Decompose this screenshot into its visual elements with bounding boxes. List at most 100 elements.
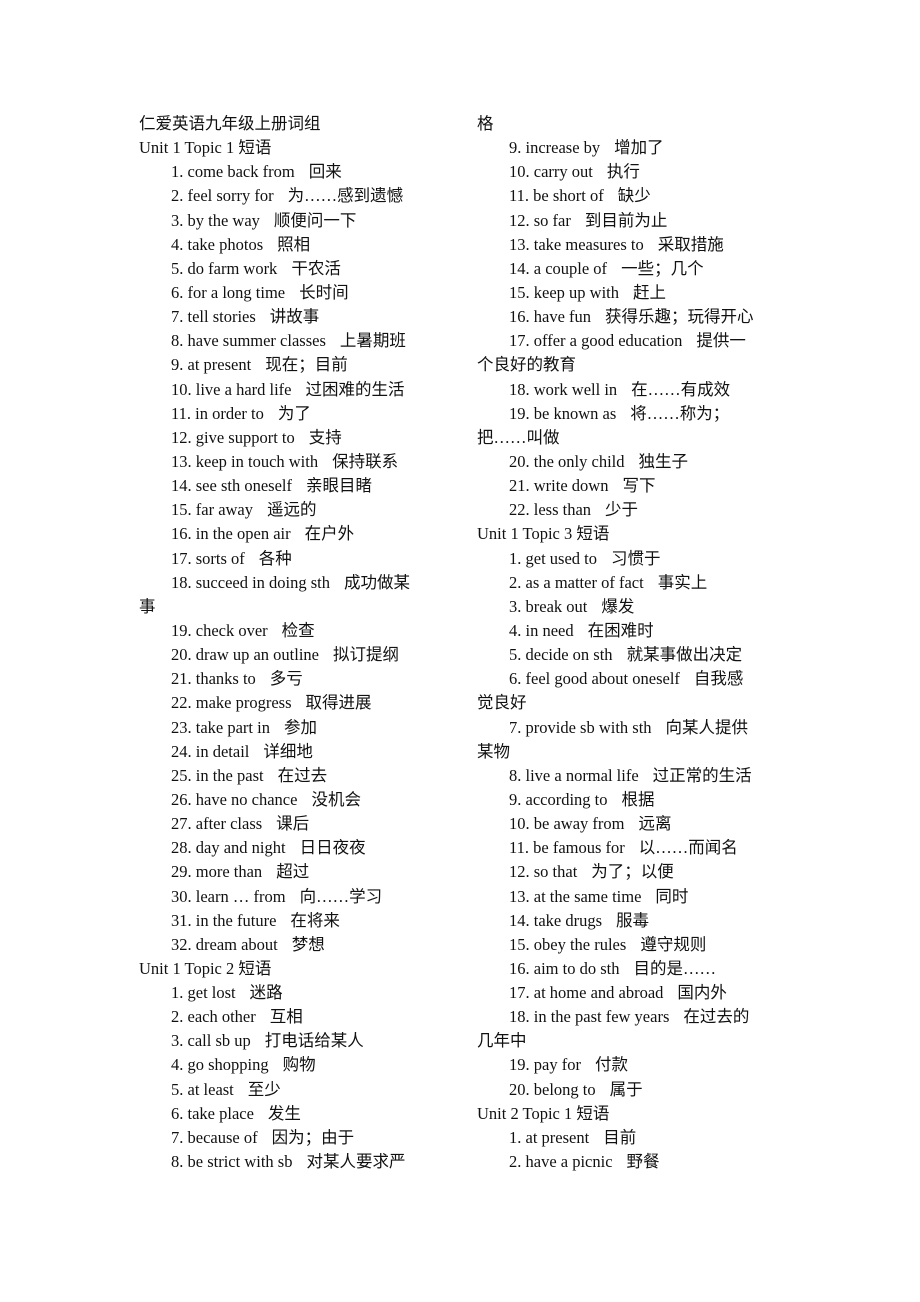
phrase-item: 13. keep in touch with 保持联系 — [139, 450, 449, 474]
phrase-chinese: 现在；目前 — [265, 355, 348, 375]
phrase-number: 17. — [509, 983, 530, 1003]
phrase-chinese: 亲眼目睹 — [305, 476, 372, 496]
phrase-chinese: 迷路 — [249, 983, 283, 1003]
phrase-item: 14. take drugs 服毒 — [477, 909, 787, 933]
phrase-chinese: 独生子 — [638, 451, 688, 471]
phrase-english: learn … from — [195, 886, 286, 906]
phrase-number: 19. — [171, 620, 192, 640]
phrase-item: 2. as a matter of fact 事实上 — [477, 571, 787, 595]
phrase-chinese: 国内外 — [677, 983, 727, 1003]
phrase-chinese: 在过去 — [277, 765, 328, 785]
phrase-chinese: 取得进展 — [305, 693, 372, 713]
phrase-item: 10. be away from 远离 — [477, 812, 787, 836]
phrase-item: 16. have fun 获得乐趣；玩得开心 — [477, 305, 787, 329]
phrase-item: 25. in the past 在过去 — [139, 764, 449, 788]
phrase-english: a couple of — [533, 258, 608, 278]
phrase-chinese: 为了 — [277, 403, 311, 423]
phrase-number: 16. — [509, 307, 530, 327]
phrase-chinese: 保持联系 — [332, 451, 399, 471]
phrase-number: 14. — [171, 476, 192, 496]
phrase-chinese: 超过 — [276, 862, 310, 882]
phrase-item: 11. be short of 缺少 — [477, 184, 787, 208]
phrase-number: 16. — [509, 958, 530, 978]
phrase-item: 31. in the future 在将来 — [139, 909, 449, 933]
phrase-item: 15. obey the rules 遵守规则 — [477, 933, 787, 957]
phrase-english: less than — [533, 500, 592, 520]
phrase-english: belong to — [533, 1079, 596, 1099]
phrase-chinese: 服毒 — [616, 910, 650, 930]
phrase-number: 5. — [509, 645, 522, 665]
phrase-number: 15. — [171, 500, 192, 520]
phrase-number: 12. — [171, 427, 192, 447]
phrase-item: 17. offer a good education 提供一 — [477, 329, 787, 353]
phrase-number: 22. — [509, 500, 530, 520]
phrase-item: 1. get lost 迷路 — [139, 981, 449, 1005]
phrase-number: 15. — [509, 934, 530, 954]
phrase-chinese: 回来 — [308, 162, 342, 182]
phrase-number: 4. — [171, 234, 184, 254]
phrase-number: 28. — [171, 838, 192, 858]
phrase-chinese: 过正常的生活 — [652, 765, 752, 785]
section-heading: Unit 1 Topic 1 短语 — [139, 138, 272, 158]
phrase-english: have summer classes — [187, 331, 326, 351]
phrase-continuation: 个良好的教育 — [477, 355, 576, 375]
phrase-chinese: 购物 — [282, 1055, 316, 1075]
phrase-number: 6. — [171, 282, 184, 302]
phrase-item: 32. dream about 梦想 — [139, 933, 449, 957]
phrase-english: in detail — [195, 741, 250, 761]
phrase-english: call sb up — [187, 1031, 251, 1051]
phrase-english: write down — [533, 476, 609, 496]
phrase-chinese: 野餐 — [626, 1152, 660, 1172]
phrase-number: 10. — [509, 814, 530, 834]
phrase-number: 11. — [509, 186, 530, 206]
phrase-item: 5. at least 至少 — [139, 1078, 449, 1102]
phrase-item: 10. carry out 执行 — [477, 160, 787, 184]
phrase-continuation: 几年中 — [477, 1031, 527, 1051]
right-column: 格 9. increase by 增加了 10. carry out 执行 11. be … — [477, 112, 787, 1174]
phrase-english: draw up an outline — [195, 645, 320, 665]
phrase-item: 23. take part in 参加 — [139, 716, 449, 740]
phrase-item: 19. pay for 付款 — [477, 1053, 787, 1077]
phrase-number: 20. — [509, 1079, 530, 1099]
phrase-english: as a matter of fact — [525, 572, 644, 592]
section-heading: Unit 1 Topic 3 短语 — [477, 524, 610, 544]
phrase-item: 14. a couple of 一些；几个 — [477, 257, 787, 281]
phrase-chinese: 干农活 — [291, 258, 341, 278]
phrase-chinese: 向某人提供 — [665, 717, 749, 737]
phrase-english: take part in — [195, 717, 270, 737]
phrase-number: 20. — [509, 451, 530, 471]
phrase-number: 3. — [509, 596, 522, 616]
phrase-english: succeed in doing sth — [195, 572, 331, 592]
phrase-chinese: 执行 — [606, 162, 640, 182]
phrase-item: 1. come back from 回来 — [139, 160, 449, 184]
phrase-chinese: 顺便问一下 — [273, 210, 357, 230]
phrase-number: 17. — [509, 331, 530, 351]
phrase-item: 17. at home and abroad 国内外 — [477, 981, 787, 1005]
phrase-item: 8. be strict with sb 对某人要求严 — [139, 1150, 449, 1174]
phrase-chinese: 在将来 — [290, 910, 340, 930]
phrase-item: 18. succeed in doing sth 成功做某 — [139, 571, 449, 595]
phrase-number: 16. — [171, 524, 192, 544]
phrase-number: 18. — [509, 379, 530, 399]
phrase-english: go shopping — [187, 1055, 269, 1075]
phrase-chinese: 拟订提纲 — [333, 645, 400, 665]
phrase-number: 8. — [509, 765, 522, 785]
phrase-number: 26. — [171, 789, 192, 809]
phrase-item: 6. for a long time 长时间 — [139, 281, 449, 305]
phrase-english: so that — [533, 862, 578, 882]
phrase-number: 8. — [171, 331, 184, 351]
phrase-chinese: 过困难的生活 — [305, 379, 405, 399]
phrase-english: break out — [525, 596, 588, 616]
phrase-english: see sth oneself — [195, 476, 292, 496]
phrase-chinese: 到目前为止 — [584, 210, 668, 230]
phrase-item: 30. learn … from 向……学习 — [139, 885, 449, 909]
phrase-chinese: 参加 — [283, 717, 317, 737]
phrase-item: 9. increase by 增加了 — [477, 136, 787, 160]
phrase-item: 14. see sth oneself 亲眼目睹 — [139, 474, 449, 498]
phrase-item: 2. each other 互相 — [139, 1005, 449, 1029]
phrase-item: 12. so far 到目前为止 — [477, 209, 787, 233]
phrase-item: 8. live a normal life 过正常的生活 — [477, 764, 787, 788]
phrase-number: 31. — [171, 910, 192, 930]
phrase-number: 24. — [171, 741, 192, 761]
phrase-english: keep in touch with — [195, 451, 319, 471]
